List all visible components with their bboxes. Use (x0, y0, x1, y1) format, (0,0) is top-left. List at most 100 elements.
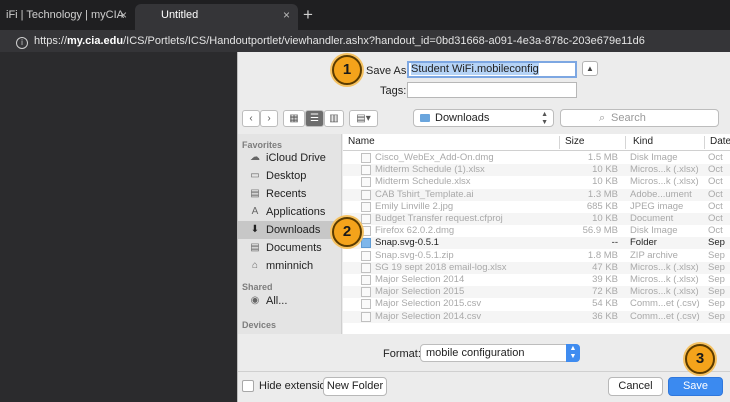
file-icon (361, 311, 371, 322)
file-date: Sep (708, 286, 725, 298)
sidebar-item-applications[interactable]: A Applications (238, 203, 341, 221)
back-button[interactable]: ‹ (242, 110, 260, 127)
chevron-updown-icon: ▲ ▼ (566, 344, 580, 362)
list-view-button[interactable]: ☰ (305, 110, 324, 127)
file-icon (361, 165, 371, 176)
file-icon (361, 250, 371, 261)
sidebar: Favorites ☁ iCloud Drive ▭ Desktop ▤ Rec… (238, 134, 342, 334)
desktop-icon: ▭ (250, 170, 260, 181)
sidebar-item-label: All... (266, 295, 288, 307)
file-icon (361, 201, 371, 212)
file-name: Emily Linville 2.jpg (375, 200, 454, 212)
file-kind: Disk Image (630, 225, 678, 237)
file-kind: Document (630, 213, 674, 224)
file-icon (361, 153, 371, 163)
format-value: mobile configuration (426, 347, 525, 359)
sidebar-item-recents[interactable]: ▤ Recents (238, 185, 341, 203)
sidebar-item-all[interactable]: ◉ All... (238, 292, 341, 310)
file-name: Midterm Schedule (1).xlsx (375, 164, 485, 176)
sidebar-item-downloads[interactable]: ⬇ Downloads (238, 221, 341, 239)
new-tab-icon[interactable]: + (303, 4, 313, 26)
table-row: SG 19 sept 2018 email-log.xlsx 47 KB Micro… (343, 261, 730, 274)
table-row: CAB Tshirt_Template.ai 1.3 MB Adobe...umen… (343, 188, 730, 201)
file-name: Firefox 62.0.2.dmg (375, 225, 455, 237)
file-date: Oct (708, 213, 723, 224)
hide-extension-checkbox[interactable] (242, 380, 254, 392)
tab-label: iFi | Technology | myCIA (6, 9, 124, 21)
url-domain: my.cia.edu (67, 35, 124, 47)
sidebar-item-documents[interactable]: ▤ Documents (238, 239, 341, 257)
table-row: Snap.svg-0.5.1.zip 1.8 MB ZIP archive Sep (343, 250, 730, 262)
save-button[interactable]: Save (668, 377, 723, 396)
file-date: Oct (708, 188, 723, 200)
file-size: 685 KB (586, 200, 618, 212)
table-row: Budget Transfer request.cfproj 10 KB Docum… (343, 213, 730, 225)
collapse-dialog-button[interactable]: ▲ (582, 61, 598, 76)
sidebar-item-desktop[interactable]: ▭ Desktop (238, 167, 341, 185)
file-kind: Adobe...ument (630, 188, 692, 200)
file-size: 10 KB (592, 176, 618, 188)
file-date: Oct (708, 200, 723, 212)
column-view-button[interactable]: ▥ (324, 110, 344, 127)
documents-icon: ▤ (250, 242, 260, 253)
close-tab-icon[interactable]: × (283, 4, 290, 26)
column-divider[interactable] (704, 136, 705, 149)
cloud-icon: ☁ (250, 152, 260, 163)
location-popup[interactable]: Downloads ▲ ▼ (413, 109, 554, 127)
new-folder-button[interactable]: New Folder (323, 377, 387, 396)
tab-mycia[interactable]: iFi | Technology | myCIA × (0, 4, 135, 30)
save-as-input[interactable]: Student WiFi.mobileconfig (407, 61, 577, 78)
hide-extension-label[interactable]: Hide extension (259, 380, 332, 392)
file-kind: Micros...k (.xlsx) (630, 261, 699, 273)
format-label: Format: (383, 348, 421, 360)
file-name: Snap.svg-0.5.1 (375, 237, 439, 249)
sidebar-item-icloud-drive[interactable]: ☁ iCloud Drive (238, 149, 341, 167)
table-row: Major Selection 2014 39 KB Micros...k (.xl… (343, 274, 730, 286)
column-divider[interactable] (559, 136, 560, 149)
file-kind: Micros...k (.xlsx) (630, 274, 699, 285)
file-list-header: Name Size Kind Date (343, 134, 730, 151)
file-icon (361, 275, 371, 285)
file-icon (361, 226, 371, 237)
icon-view-button[interactable]: ▦ (283, 110, 305, 127)
step-marker-2: 2 (332, 217, 362, 247)
file-size: 1.3 MB (587, 188, 618, 200)
column-date[interactable]: Date (710, 136, 730, 147)
file-size: 39 KB (592, 274, 618, 285)
gallery-view-button[interactable]: ▤▾ (349, 110, 378, 127)
tags-input[interactable] (407, 82, 577, 98)
search-input[interactable]: ⌕ Search (560, 109, 719, 127)
file-size: 1.5 MB (587, 152, 618, 163)
close-tab-icon[interactable]: × (120, 4, 127, 26)
table-row: Major Selection 2015 72 KB Micros...k (.xl… (343, 286, 730, 299)
file-icon (361, 299, 371, 310)
info-icon[interactable]: i (16, 37, 28, 49)
sidebar-item-label: iCloud Drive (266, 152, 326, 164)
forward-button[interactable]: › (260, 110, 278, 127)
tab-label: Untitled (161, 9, 199, 21)
file-icon (361, 214, 371, 224)
save-dialog: Save As: Student WiFi.mobileconfig ▲ Tag… (237, 52, 730, 402)
column-kind[interactable]: Kind (633, 136, 653, 147)
folder-icon (361, 238, 371, 249)
file-date: Sep (708, 298, 725, 310)
file-name: Cisco_WebEx_Add-On.dmg (375, 152, 494, 163)
file-icon (361, 177, 371, 188)
table-row: Emily Linville 2.jpg 685 KB JPEG image Oct (343, 201, 730, 213)
file-date: Sep (708, 237, 725, 249)
address-bar[interactable]: i https://my.cia.edu/ICS/Portlets/ICS/Han… (0, 30, 730, 52)
sidebar-item-mminnich[interactable]: ⌂ mminnich (238, 257, 341, 275)
column-divider[interactable] (625, 136, 626, 149)
file-kind: Disk Image (630, 152, 678, 163)
sidebar-item-label: mminnich (266, 260, 314, 272)
file-date: Sep (708, 261, 725, 273)
cancel-button[interactable]: Cancel (608, 377, 663, 396)
tab-untitled[interactable]: Untitled × (135, 4, 298, 30)
chevron-updown-icon: ▲ ▼ (541, 111, 548, 126)
format-select[interactable]: mobile configuration ▲ ▼ (420, 344, 580, 362)
column-name[interactable]: Name (348, 136, 375, 147)
table-row[interactable]: Snap.svg-0.5.1 -- Folder Sep (343, 237, 730, 250)
sidebar-item-label: Applications (266, 206, 326, 218)
column-size[interactable]: Size (565, 136, 584, 147)
file-name: Major Selection 2014 (375, 274, 465, 285)
